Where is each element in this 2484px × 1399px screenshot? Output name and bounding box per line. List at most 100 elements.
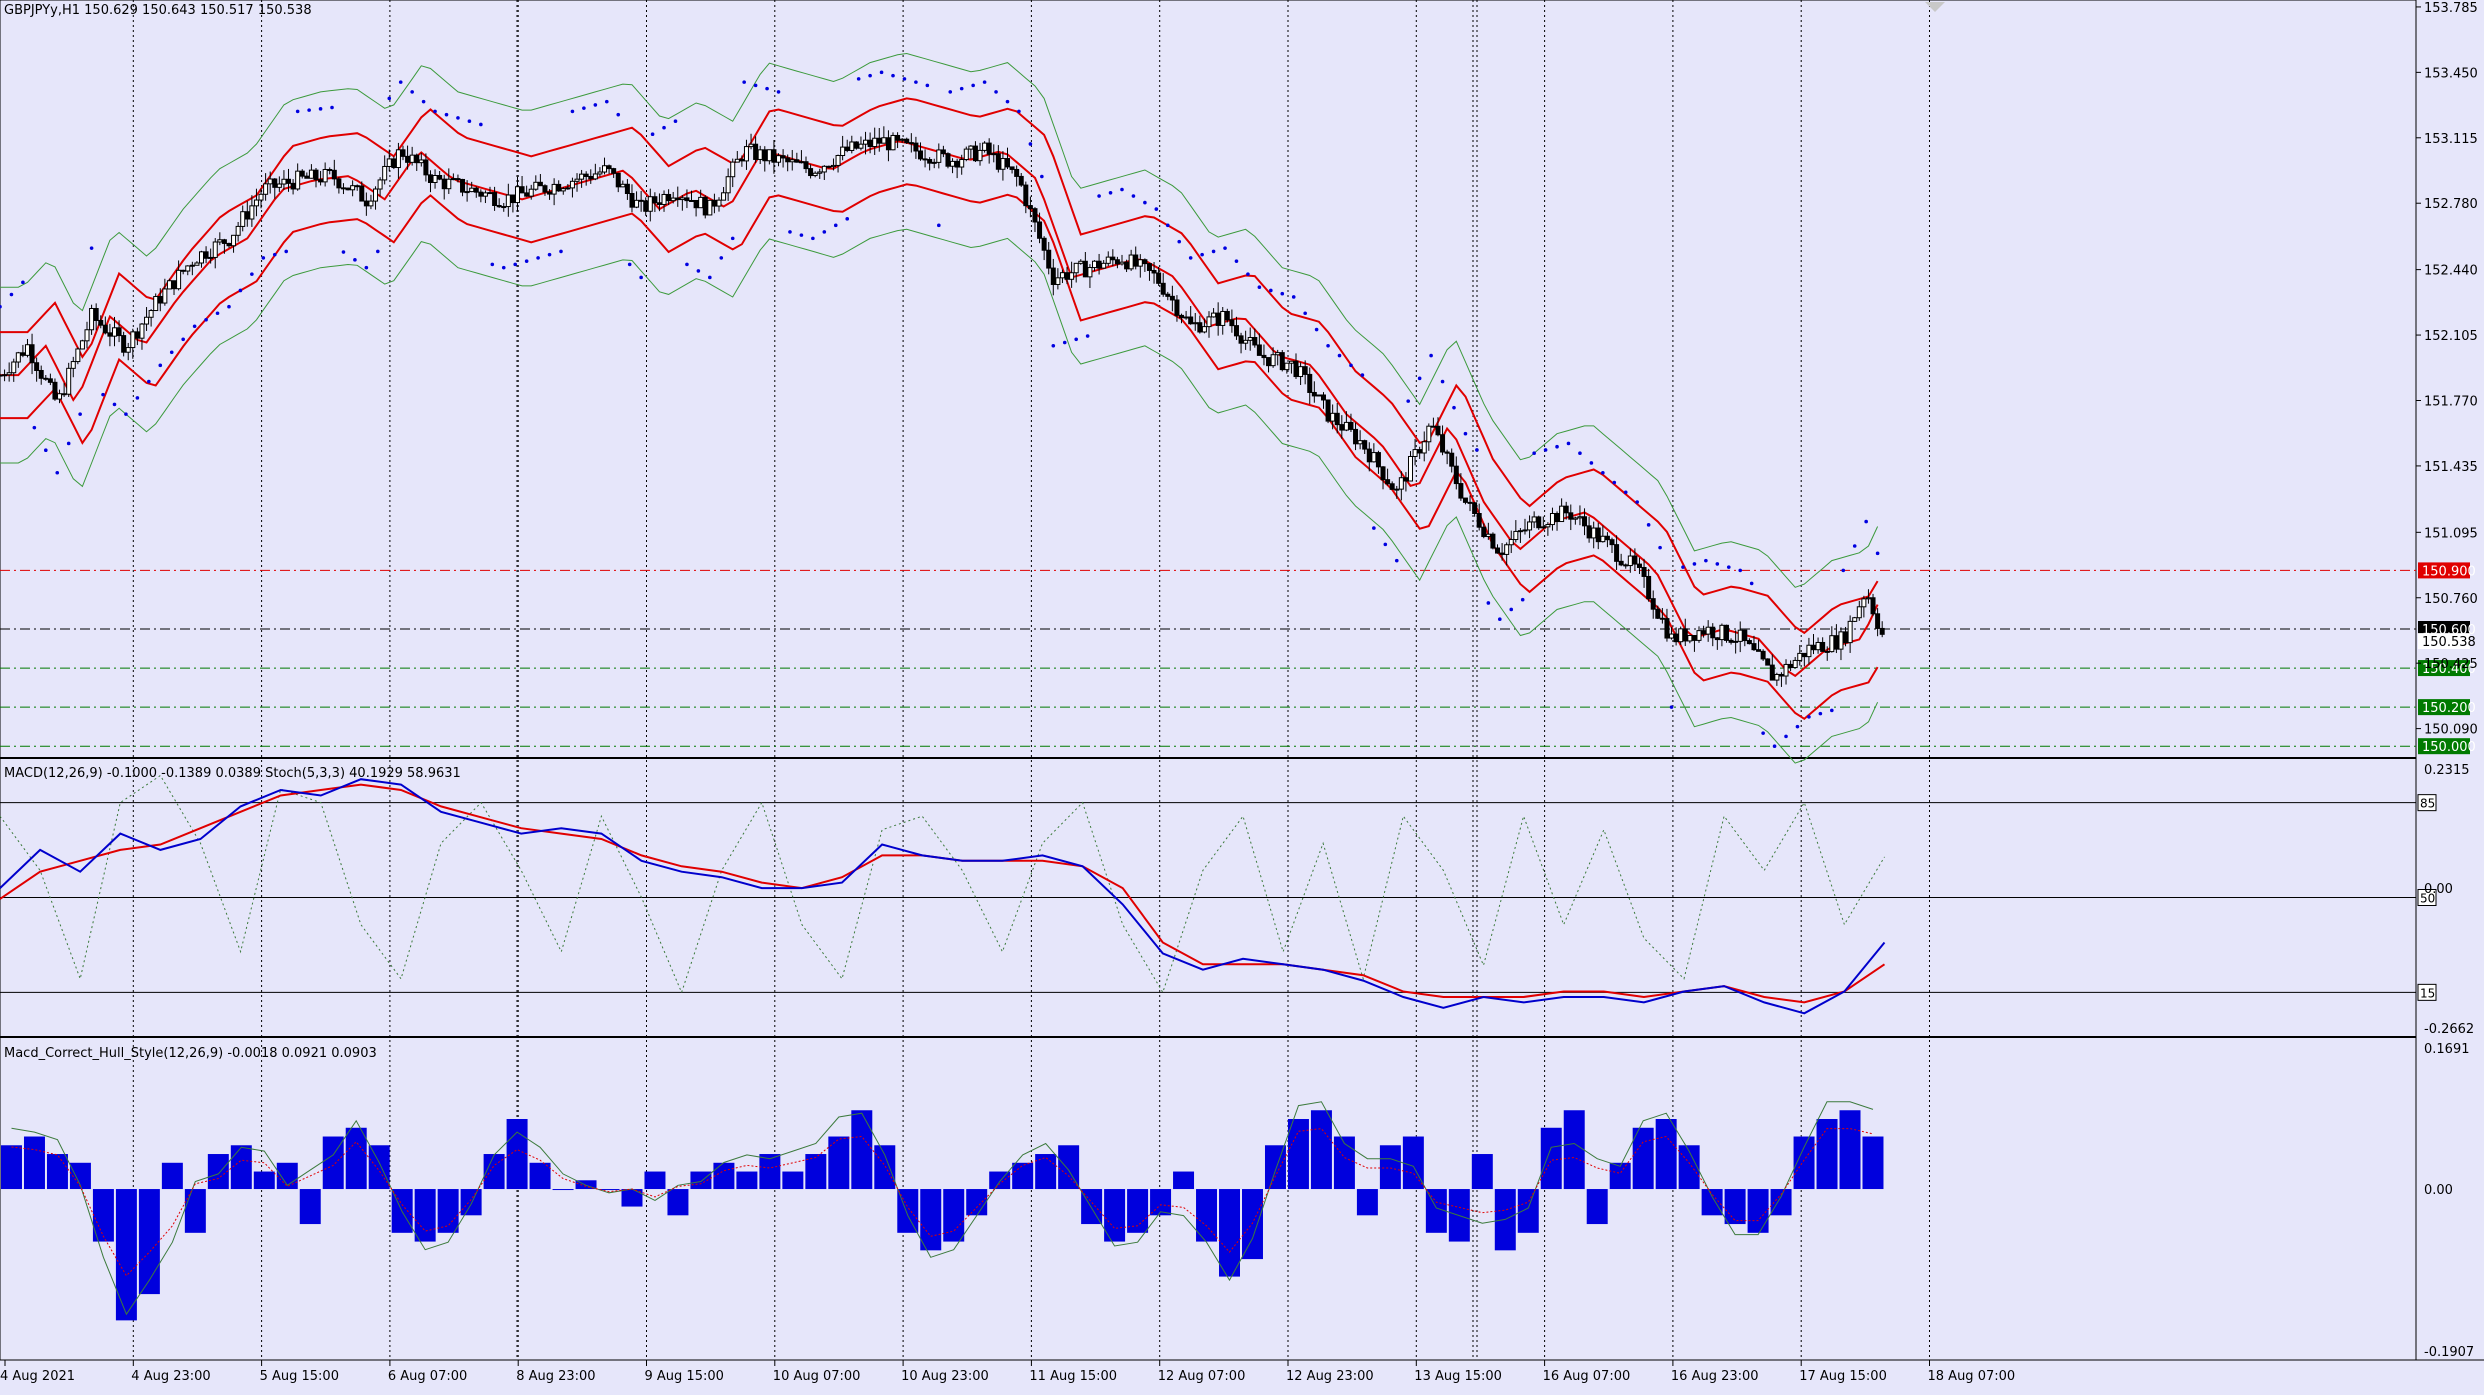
price-tick-label: 150.760 — [2424, 592, 2478, 607]
sar-dot — [353, 258, 357, 262]
candle-body — [1261, 354, 1267, 359]
candle-body — [482, 192, 488, 197]
sar-dot — [891, 73, 895, 78]
candle-body — [130, 331, 136, 349]
candle-body — [1650, 598, 1656, 610]
sar-dot — [627, 262, 632, 267]
hull-histogram-bar — [713, 1162, 735, 1190]
sar-dot — [1772, 744, 1777, 748]
candle-body — [1632, 555, 1638, 565]
candle-body — [432, 175, 438, 183]
candle-body — [1224, 310, 1230, 321]
candle-body — [1064, 272, 1070, 280]
sar-dot — [845, 217, 850, 221]
candle-body — [899, 138, 905, 141]
sar-dot — [730, 236, 735, 241]
candle-body — [1591, 527, 1597, 539]
candle-body — [1046, 249, 1052, 269]
candle-body — [505, 194, 511, 208]
candle-body — [1197, 322, 1203, 333]
candle-body — [1325, 399, 1331, 422]
sar-dot — [1452, 405, 1456, 410]
candle-body — [1815, 641, 1821, 651]
sar-dot — [1578, 451, 1582, 456]
candle-body — [652, 196, 658, 204]
candle-body — [1476, 513, 1482, 528]
candle-body — [1027, 205, 1033, 210]
sar-dot — [1509, 607, 1514, 612]
candle-body — [446, 178, 452, 190]
candle-body — [162, 288, 168, 304]
sar-dot — [330, 105, 334, 110]
sar-dot — [685, 262, 689, 267]
candle-body — [1760, 650, 1766, 660]
candle-body — [235, 225, 241, 236]
price-tick-label: 150.090 — [2424, 723, 2478, 738]
sar-dot — [811, 236, 815, 241]
candle-body — [1614, 544, 1620, 562]
sar-dot — [1463, 431, 1468, 436]
hull-histogram-bar — [161, 1162, 183, 1190]
candle-body — [592, 173, 598, 180]
candle-body — [858, 143, 864, 149]
hull-tick-label: 0.1691 — [2424, 1042, 2470, 1057]
sar-dot — [250, 272, 254, 276]
hull-histogram-bar — [253, 1171, 275, 1190]
candle-body — [176, 269, 182, 290]
candle-body — [881, 137, 887, 144]
candle-body — [409, 154, 415, 163]
hull-histogram-bar — [1655, 1119, 1677, 1190]
candle-body — [1320, 394, 1326, 401]
candle-body — [34, 362, 40, 371]
candle-body — [1545, 524, 1551, 528]
sar-dot — [1051, 343, 1056, 348]
candle-body — [528, 188, 534, 197]
sar-dot — [902, 77, 907, 81]
hull-histogram-bar — [1012, 1162, 1034, 1190]
candle-body — [1124, 261, 1130, 270]
candle-body — [1183, 316, 1189, 319]
sar-dot — [124, 412, 128, 416]
sar-dot — [822, 230, 827, 234]
candle-body — [707, 199, 713, 216]
sar-dot — [765, 86, 769, 91]
sar-dot — [89, 246, 94, 250]
candle-body — [1059, 272, 1065, 279]
hull-histogram-bar — [736, 1171, 758, 1190]
chart-canvas[interactable]: 150.900150.600150.538150.400150.200150.0… — [0, 0, 2484, 1395]
price-tick-label: 153.450 — [2424, 66, 2478, 81]
candle-body — [1508, 539, 1514, 546]
hull-histogram-bar — [184, 1189, 206, 1233]
sar-dot — [1807, 715, 1811, 719]
candle-body — [1554, 512, 1560, 523]
candle-body — [1334, 412, 1340, 426]
candle-body — [748, 143, 754, 148]
price-level-label: 150.200 — [2422, 701, 2476, 716]
candle-body — [11, 361, 17, 374]
sar-dot — [1440, 379, 1445, 384]
hull-histogram-bar — [345, 1127, 367, 1190]
sar-dot — [467, 119, 472, 123]
candle-body — [689, 199, 695, 202]
candle-body — [721, 192, 727, 201]
candle-body — [1105, 256, 1111, 264]
candle-body — [1517, 530, 1523, 533]
candle-body — [803, 161, 809, 170]
hull-histogram-bar — [529, 1162, 551, 1190]
chart-header: GBPJPYy,H1 150.629 150.643 150.517 150.5… — [4, 3, 312, 18]
candle-body — [253, 199, 259, 207]
candle-body — [1701, 630, 1707, 635]
candle-body — [1678, 628, 1684, 643]
candle-body — [1014, 168, 1020, 177]
candle-body — [492, 192, 498, 206]
price-tick-label: 151.770 — [2424, 394, 2478, 409]
chart-window[interactable]: 150.900 150.600 150.538 150.400 150.200 150.0… — [0, 0, 2484, 1395]
candle-body — [368, 200, 374, 207]
candle-body — [203, 251, 209, 259]
candle-body — [437, 175, 443, 180]
candle-body — [1820, 641, 1826, 652]
sar-dot — [582, 106, 586, 110]
candle-body — [1655, 608, 1661, 619]
candle-body — [1504, 544, 1510, 555]
candle-body — [1407, 455, 1413, 482]
